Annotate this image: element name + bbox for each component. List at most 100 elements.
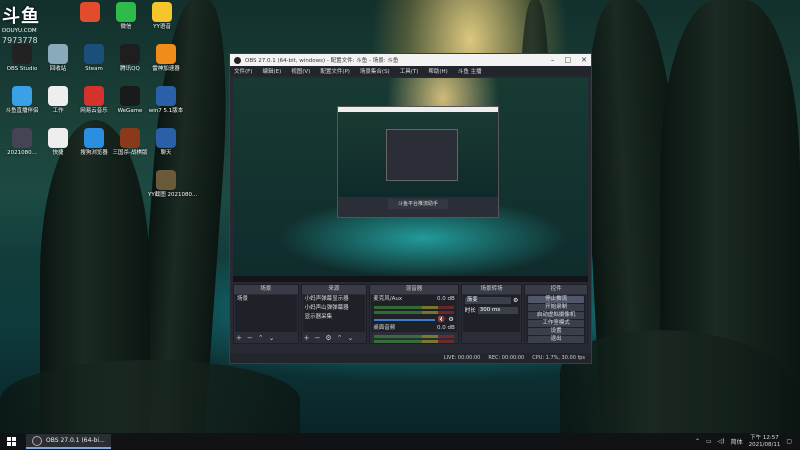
scene-item[interactable]: 场景 [235, 295, 297, 304]
stop-streaming-button[interactable]: 停止推流 [528, 296, 584, 303]
desktop-icon-label: WeGame [117, 108, 143, 114]
volume-icon[interactable]: ◁) [718, 438, 725, 445]
desktop-icon[interactable]: WeGame [112, 86, 148, 126]
menu-help[interactable]: 帮助(H) [428, 67, 447, 75]
source-item[interactable]: 显示器采集 [303, 313, 366, 322]
mixer-dock: 混音器 麦克风/Aux 0.0 dB 🔇 ⚙ 桌面音频 0.0 dB [369, 284, 459, 344]
chevron-up-icon[interactable]: ⌃ [695, 438, 700, 445]
menu-file[interactable]: 文件(F) [234, 67, 252, 75]
virtual-camera-button[interactable]: 启动虚拟摄像机 [528, 312, 584, 319]
windows-logo-icon [6, 437, 16, 446]
desktop-icon[interactable]: 2021080... [4, 128, 40, 168]
clock[interactable]: 下午 12:57 2021/08/11 [749, 435, 781, 449]
desktop-icon[interactable]: Steam [76, 44, 112, 84]
taskbar-obs-app[interactable]: OBS 27.0.1 (64-bi... [26, 434, 111, 449]
desktop-icon-label: 快捷 [52, 150, 64, 156]
desktop-icon-label: YY截图 2021080... [148, 192, 198, 198]
exit-button[interactable]: 退出 [528, 336, 584, 343]
desktop-icon-label: 雷神加速器 [152, 66, 180, 72]
thunder-icon [156, 44, 176, 64]
desktop-icon[interactable]: 搜狗浏览器 [76, 128, 112, 168]
gear-icon[interactable]: ⚙ [513, 297, 518, 304]
nested-preview-window: 斗鱼平台推流助手 [337, 106, 499, 218]
desktop-icon-label: 搜狗浏览器 [80, 150, 108, 156]
desktop-icon[interactable]: 网易云音乐 [76, 86, 112, 126]
down-icon[interactable]: ⌄ [348, 334, 354, 342]
source-item[interactable]: 小妈声弹幕显示器 [303, 295, 366, 304]
studio-mode-button[interactable]: 工作室模式 [528, 320, 584, 327]
menu-profile[interactable]: 配置文件(P) [320, 67, 350, 75]
desktop-icon-label: 工作 [52, 108, 64, 114]
desktop-icon[interactable]: YY语音 [144, 2, 180, 42]
add-icon[interactable]: + [236, 334, 242, 342]
add-icon[interactable]: + [304, 334, 310, 342]
desktop-icon[interactable]: 腾讯QQ [112, 44, 148, 84]
windows-taskbar: OBS 27.0.1 (64-bi... ⌃ ▭ ◁) 简体 下午 12:57 … [0, 433, 800, 450]
transitions-dock: 场景转场 渐变 ⚙ 时长 300 ms [460, 284, 523, 344]
network-icon[interactable]: ▭ [706, 438, 712, 445]
scenes-dock: 场景 场景 + − ⌃ ⌄ [233, 284, 299, 344]
gear-icon[interactable]: ⚙ [325, 334, 331, 342]
live-status: LIVE: 00:00:00 [443, 355, 481, 361]
gear-icon[interactable]: ⚙ [448, 316, 453, 323]
desktop-icon[interactable]: 回收站 [40, 44, 76, 84]
desktop-icon[interactable] [72, 2, 108, 42]
remove-icon[interactable]: − [247, 334, 253, 342]
file-icon [48, 86, 68, 106]
desktop-icon[interactable]: win7 5.1版本 [148, 86, 184, 126]
douyu-helper-icon [12, 86, 32, 106]
up-icon[interactable]: ⌃ [337, 334, 343, 342]
sources-header: 来源 [301, 285, 367, 294]
douyu-watermark: 斗鱼 DOUYU.COM 7973778 [2, 2, 58, 45]
desktop-icon[interactable]: 微信 [108, 2, 144, 42]
menu-scene-collection[interactable]: 场景集合(S) [360, 67, 390, 75]
obs-icon [234, 56, 241, 64]
desktop-icon-label: 微信 [120, 24, 132, 30]
menu-edit[interactable]: 编辑(E) [262, 67, 281, 75]
remove-icon[interactable]: − [315, 334, 321, 342]
obs-titlebar[interactable]: OBS 27.0.1 (64-bit, windows) - 配置文件: 斗鱼 … [230, 54, 591, 66]
transitions-header: 场景转场 [461, 285, 522, 294]
obs-preview[interactable]: 斗鱼平台推流助手 [233, 78, 588, 282]
minimize-icon[interactable]: – [551, 56, 555, 64]
start-recording-button[interactable]: 开始录制 [528, 304, 584, 311]
ime-indicator[interactable]: 简体 [731, 437, 743, 446]
menu-tools[interactable]: 工具(T) [400, 67, 419, 75]
win7-icon [156, 86, 176, 106]
menu-view[interactable]: 视图(V) [291, 67, 310, 75]
desktop-icon[interactable]: 聊天 [148, 128, 184, 168]
duration-input[interactable]: 300 ms [477, 306, 519, 314]
volume-slider[interactable] [374, 318, 435, 321]
desktop-icon[interactable]: 快捷 [40, 128, 76, 168]
mixer-track-level: 0.0 dB [436, 296, 455, 302]
desktop-icon[interactable]: YY截图 2021080... [148, 170, 198, 210]
preview-taskbar [233, 276, 588, 282]
audio-meter [374, 306, 454, 309]
notification-icon[interactable]: ▢ [786, 438, 792, 445]
start-button[interactable] [0, 433, 22, 450]
duration-label: 时长 [464, 308, 476, 314]
obs-window[interactable]: OBS 27.0.1 (64-bit, windows) - 配置文件: 斗鱼 … [229, 53, 592, 364]
watermark-logo: 斗鱼 [2, 6, 40, 27]
desktop-icon[interactable]: 工作 [40, 86, 76, 126]
maximize-icon[interactable]: □ [565, 56, 572, 64]
speaker-muted-icon[interactable]: 🔇 [438, 316, 445, 323]
up-icon[interactable]: ⌃ [258, 334, 264, 342]
desktop-icon[interactable]: 三国杀-战棋版 [112, 128, 148, 168]
desktop-icon[interactable]: 雷神加速器 [148, 44, 184, 84]
taskbar-app-label: OBS 27.0.1 (64-bi... [46, 437, 105, 444]
sanguosha-icon [120, 128, 140, 148]
down-icon[interactable]: ⌄ [269, 334, 275, 342]
obs-icon [12, 44, 32, 64]
watermark-site: DOUYU.COM [2, 28, 37, 34]
menu-douyu[interactable]: 斗鱼 主播 [458, 67, 482, 75]
desktop-icon-label: 斗鱼直播伴侣 [5, 108, 39, 114]
source-item[interactable]: 小妈声山弹弹幕器 [303, 304, 366, 313]
settings-button[interactable]: 设置 [528, 328, 584, 335]
desktop-icon[interactable]: 斗鱼直播伴侣 [4, 86, 40, 126]
desktop-icon-label: win7 5.1版本 [148, 108, 184, 114]
transition-select[interactable]: 渐变 [464, 297, 511, 304]
close-icon[interactable]: ✕ [581, 56, 587, 64]
desktop-icon[interactable]: OBS Studio [4, 44, 40, 84]
wechat-icon [116, 2, 136, 22]
